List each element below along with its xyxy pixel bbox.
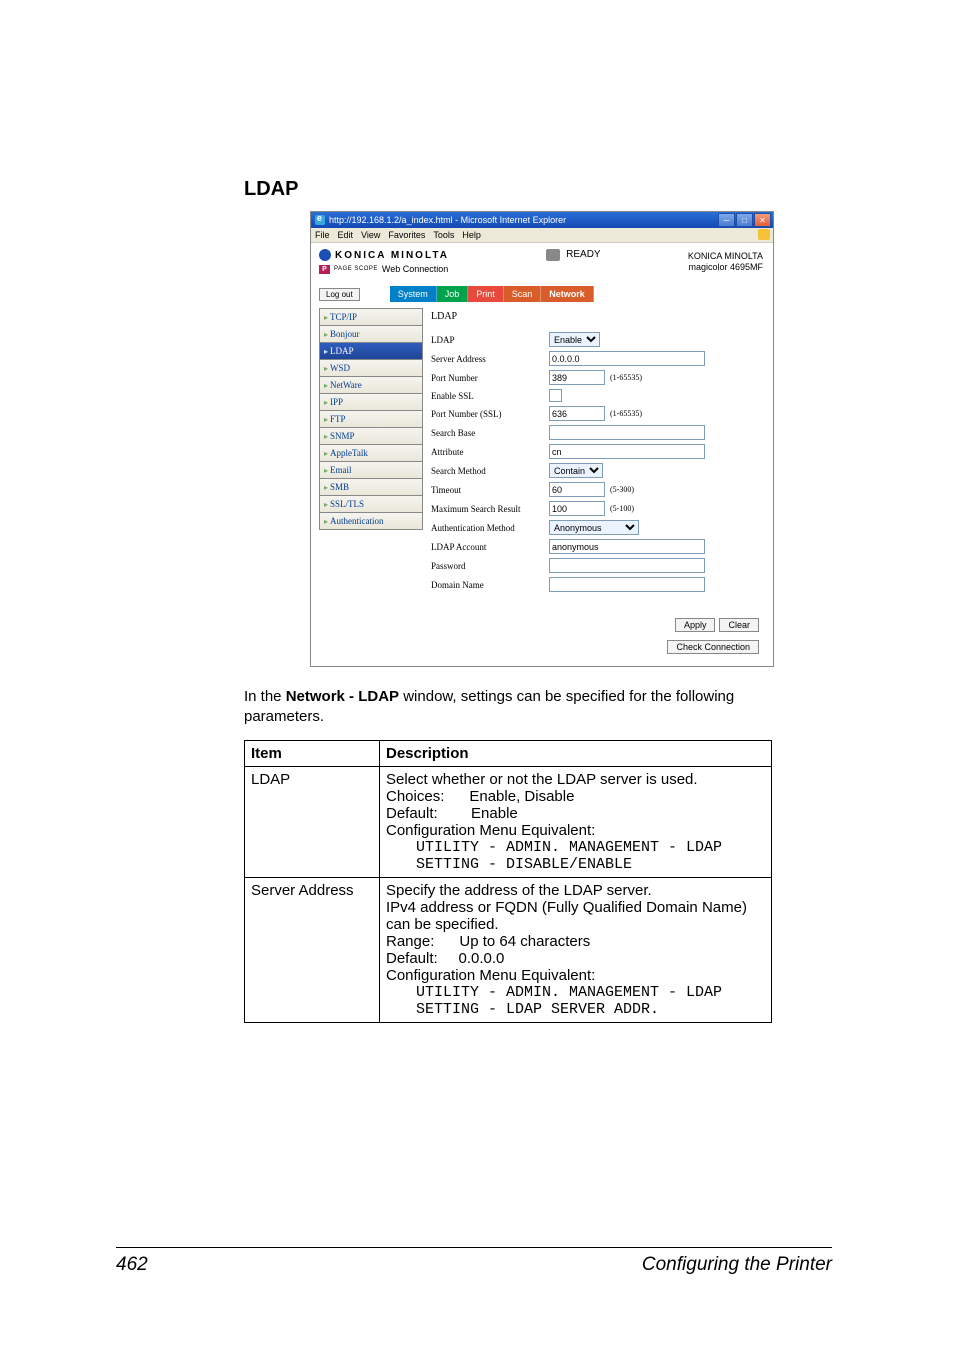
max-results-input[interactable] bbox=[549, 501, 605, 516]
server-address-input[interactable] bbox=[549, 351, 705, 366]
search-base-label: Search Base bbox=[431, 428, 549, 438]
tab-system[interactable]: System bbox=[390, 286, 437, 302]
printer-icon bbox=[546, 249, 560, 261]
sidebar-item-appletalk[interactable]: ▸AppleTalk bbox=[319, 445, 423, 462]
chapter-title: Configuring the Printer bbox=[642, 1254, 832, 1276]
max-results-hint: (5-100) bbox=[610, 504, 634, 513]
search-method-label: Search Method bbox=[431, 466, 549, 476]
pagescope-label: PAGE SCOPE bbox=[334, 266, 378, 272]
ldap-account-input[interactable] bbox=[549, 539, 705, 554]
page-footer: 462 Configuring the Printer bbox=[116, 1247, 832, 1276]
clear-button[interactable]: Clear bbox=[719, 618, 759, 632]
port-label: Port Number bbox=[431, 373, 549, 383]
tab-job[interactable]: Job bbox=[437, 286, 469, 302]
pagescope-icon: P bbox=[319, 265, 330, 274]
menu-view[interactable]: View bbox=[361, 230, 380, 240]
page-number: 462 bbox=[116, 1254, 148, 1276]
printer-status: READY bbox=[566, 249, 600, 260]
sidebar-item-bonjour[interactable]: ▸Bonjour bbox=[319, 326, 423, 343]
tab-scan[interactable]: Scan bbox=[504, 286, 542, 302]
sidebar-item-auth[interactable]: ▸Authentication bbox=[319, 513, 423, 530]
server-address-label: Server Address bbox=[431, 354, 549, 364]
browser-window: http://192.168.1.2/a_index.html - Micros… bbox=[310, 211, 774, 667]
sidebar-item-smb[interactable]: ▸SMB bbox=[319, 479, 423, 496]
port-input[interactable] bbox=[549, 370, 605, 385]
sidebar-item-wsd[interactable]: ▸WSD bbox=[319, 360, 423, 377]
attribute-label: Attribute bbox=[431, 447, 549, 457]
sidebar-item-email[interactable]: ▸Email bbox=[319, 462, 423, 479]
menu-favorites[interactable]: Favorites bbox=[388, 230, 425, 240]
check-connection-button[interactable]: Check Connection bbox=[667, 640, 759, 654]
section-title: LDAP bbox=[244, 178, 838, 201]
sidebar-item-snmp[interactable]: ▸SNMP bbox=[319, 428, 423, 445]
timeout-hint: (5-300) bbox=[610, 485, 634, 494]
port-ssl-input[interactable] bbox=[549, 406, 605, 421]
search-method-select[interactable]: Contain bbox=[549, 463, 603, 478]
table-header-item: Item bbox=[245, 740, 380, 766]
tab-network[interactable]: Network bbox=[541, 286, 594, 302]
sidebar-item-ssltls[interactable]: ▸SSL/TLS bbox=[319, 496, 423, 513]
tab-print[interactable]: Print bbox=[468, 286, 504, 302]
sidebar-item-netware[interactable]: ▸NetWare bbox=[319, 377, 423, 394]
search-base-input[interactable] bbox=[549, 425, 705, 440]
row1-ane-item: LDAP bbox=[245, 766, 380, 877]
port-hint: (1-65535) bbox=[610, 373, 642, 382]
password-input[interactable] bbox=[549, 558, 705, 573]
window-title: http://192.168.1.2/a_index.html - Micros… bbox=[329, 215, 566, 225]
sidebar-item-ftp[interactable]: ▸FTP bbox=[319, 411, 423, 428]
menu-edit[interactable]: Edit bbox=[338, 230, 354, 240]
sidebar: ▸TCP/IP ▸Bonjour ▸LDAP ▸WSD ▸NetWare ▸IP… bbox=[319, 308, 423, 604]
domain-input[interactable] bbox=[549, 577, 705, 592]
menu-file[interactable]: File bbox=[315, 230, 330, 240]
logout-button[interactable]: Log out bbox=[319, 288, 360, 301]
ie-icon bbox=[315, 215, 325, 225]
window-minimize-button[interactable]: ─ bbox=[718, 213, 735, 227]
ldap-account-label: LDAP Account bbox=[431, 542, 549, 552]
enable-ssl-label: Enable SSL bbox=[431, 391, 549, 401]
window-close-button[interactable]: ✕ bbox=[754, 213, 771, 227]
device-brand: KONICA MINOLTA bbox=[688, 251, 763, 262]
security-icon bbox=[758, 229, 770, 240]
domain-label: Domain Name bbox=[431, 580, 549, 590]
timeout-label: Timeout bbox=[431, 485, 549, 495]
table-row: LDAP Select whether or not the LDAP serv… bbox=[245, 766, 772, 877]
intro-paragraph: In the Network - LDAP window, settings c… bbox=[244, 687, 772, 728]
timeout-input[interactable] bbox=[549, 482, 605, 497]
menu-help[interactable]: Help bbox=[462, 230, 481, 240]
brand-name: KONICA MINOLTA bbox=[335, 250, 449, 261]
sidebar-item-tcpip[interactable]: ▸TCP/IP bbox=[319, 308, 423, 326]
menubar: File Edit View Favorites Tools Help bbox=[311, 228, 773, 243]
web-connection-label: Web Connection bbox=[382, 264, 448, 274]
auth-method-select[interactable]: Anonymous bbox=[549, 520, 639, 535]
brand-logo-icon bbox=[319, 249, 331, 261]
pane-title: LDAP bbox=[431, 311, 761, 322]
max-results-label: Maximum Search Result bbox=[431, 504, 549, 514]
sidebar-item-ldap[interactable]: ▸LDAP bbox=[319, 343, 423, 360]
ldap-select[interactable]: Enable bbox=[549, 332, 600, 347]
parameter-table: Item Description LDAP Select whether or … bbox=[244, 740, 772, 1023]
sidebar-item-ipp[interactable]: ▸IPP bbox=[319, 394, 423, 411]
auth-method-label: Authentication Method bbox=[431, 523, 549, 533]
apply-button[interactable]: Apply bbox=[675, 618, 716, 632]
window-maximize-button[interactable]: □ bbox=[736, 213, 753, 227]
ldap-label: LDAP bbox=[431, 335, 549, 345]
port-ssl-hint: (1-65535) bbox=[610, 409, 642, 418]
device-model: magicolor 4695MF bbox=[688, 262, 763, 273]
enable-ssl-checkbox[interactable] bbox=[549, 389, 562, 402]
window-titlebar: http://192.168.1.2/a_index.html - Micros… bbox=[311, 212, 773, 228]
attribute-input[interactable] bbox=[549, 444, 705, 459]
table-row: Server Address Specify the address of th… bbox=[245, 877, 772, 1022]
port-ssl-label: Port Number (SSL) bbox=[431, 409, 549, 419]
menu-tools[interactable]: Tools bbox=[433, 230, 454, 240]
password-label: Password bbox=[431, 561, 549, 571]
table-header-description: Description bbox=[380, 740, 772, 766]
